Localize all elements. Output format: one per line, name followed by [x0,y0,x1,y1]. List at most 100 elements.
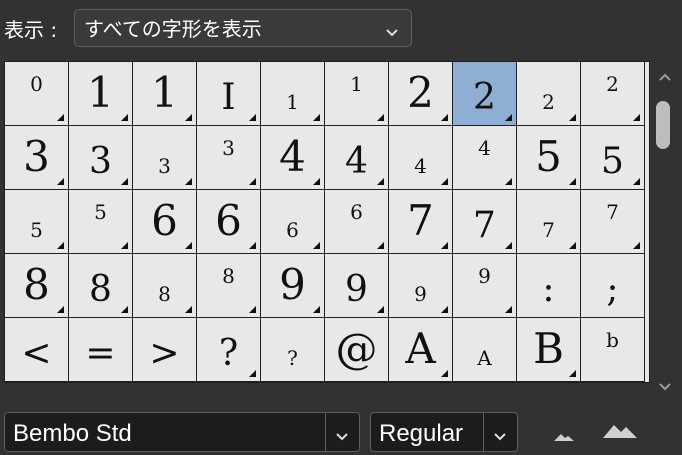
alternates-triangle-icon[interactable] [569,370,576,377]
alternates-triangle-icon[interactable] [185,306,192,313]
glyph-cell[interactable]: 2 [581,62,645,126]
glyph-cell[interactable]: 4 [325,126,389,190]
glyph-cell[interactable]: 9 [453,254,517,318]
alternates-triangle-icon[interactable] [121,114,128,121]
chevron-down-icon[interactable] [333,428,351,447]
chevron-down-icon[interactable] [491,428,509,447]
font-family-select[interactable]: Bembo Std [4,412,360,452]
alternates-triangle-icon[interactable] [185,114,192,121]
glyph-cell[interactable]: 7 [389,190,453,254]
glyph-cell[interactable]: 1 [133,62,197,126]
show-select[interactable]: すべての字形を表示 [74,9,412,47]
glyph-cell[interactable]: = [69,318,133,382]
alternates-triangle-icon[interactable] [185,178,192,185]
glyph-cell[interactable]: : [517,254,581,318]
glyph-cell[interactable]: 4 [261,126,325,190]
glyph-cell[interactable]: @ [325,318,389,382]
glyph-cell[interactable]: 9 [325,254,389,318]
glyph-cell[interactable]: 5 [581,126,645,190]
glyph-cell[interactable]: 3 [69,126,133,190]
glyph-cell[interactable]: 7 [581,190,645,254]
glyph-cell[interactable]: 4 [453,126,517,190]
glyph-cell[interactable]: 2 [389,62,453,126]
alternates-triangle-icon[interactable] [377,306,384,313]
glyph-cell[interactable]: ? [261,318,325,382]
glyph-cell[interactable]: B [517,318,581,382]
glyph-cell[interactable]: 9 [389,254,453,318]
glyph-cell[interactable]: 5 [517,126,581,190]
glyph-cell[interactable]: A [453,318,517,382]
alternates-triangle-icon[interactable] [505,178,512,185]
alternates-triangle-icon[interactable] [313,114,320,121]
glyph-cell[interactable]: 5 [69,190,133,254]
glyph-cell[interactable]: 1 [325,62,389,126]
glyph-cell[interactable]: 6 [133,190,197,254]
alternates-triangle-icon[interactable] [249,242,256,249]
alternates-triangle-icon[interactable] [441,178,448,185]
glyph-cell[interactable]: 2 [517,62,581,126]
glyph-cell[interactable]: > [133,318,197,382]
glyph-cell[interactable]: 1 [69,62,133,126]
mountain-large-icon[interactable] [602,422,638,444]
alternates-triangle-icon[interactable] [441,114,448,121]
alternates-triangle-icon[interactable] [377,242,384,249]
glyph-cell[interactable]: 7 [453,190,517,254]
glyph-cell[interactable]: ; [581,254,645,318]
alternates-triangle-icon[interactable] [569,114,576,121]
glyph-cell[interactable]: 1 [261,62,325,126]
alternates-triangle-icon[interactable] [57,178,64,185]
alternates-triangle-icon[interactable] [249,370,256,377]
glyph-cell[interactable]: 6 [261,190,325,254]
glyph-cell[interactable]: ? [197,318,261,382]
glyph-cell[interactable]: 6 [325,190,389,254]
glyph-cell[interactable]: 0 [5,62,69,126]
alternates-triangle-icon[interactable] [633,242,640,249]
glyph-cell[interactable]: 8 [133,254,197,318]
font-style-select[interactable]: Regular [370,412,518,452]
glyph-cell[interactable]: 8 [197,254,261,318]
glyph-cell[interactable]: 3 [5,126,69,190]
alternates-triangle-icon[interactable] [441,242,448,249]
glyph-cell[interactable]: < [5,318,69,382]
glyph-cell[interactable]: b [581,318,645,382]
alternates-triangle-icon[interactable] [57,114,64,121]
alternates-triangle-icon[interactable] [569,178,576,185]
alternates-triangle-icon[interactable] [313,242,320,249]
scroll-up-icon[interactable] [658,67,672,86]
alternates-triangle-icon[interactable] [249,306,256,313]
scroll-down-icon[interactable] [658,377,672,396]
alternates-triangle-icon[interactable] [569,242,576,249]
scrollbar-thumb[interactable] [656,101,670,149]
alternates-triangle-icon[interactable] [633,114,640,121]
alternates-triangle-icon[interactable] [505,114,512,121]
glyph-cell[interactable]: 5 [5,190,69,254]
glyph-cell[interactable]: 9 [261,254,325,318]
alternates-triangle-icon[interactable] [185,242,192,249]
alternates-triangle-icon[interactable] [441,370,448,377]
alternates-triangle-icon[interactable] [121,242,128,249]
glyph-cell[interactable]: 8 [69,254,133,318]
alternates-triangle-icon[interactable] [313,306,320,313]
glyph-cell[interactable]: 6 [197,190,261,254]
glyph-cell[interactable]: 3 [133,126,197,190]
mountain-small-icon[interactable] [552,428,576,447]
glyph-cell[interactable]: A [389,318,453,382]
alternates-triangle-icon[interactable] [377,114,384,121]
glyph-cell[interactable]: 3 [197,126,261,190]
glyph-cell[interactable]: 4 [389,126,453,190]
alternates-triangle-icon[interactable] [57,242,64,249]
glyph-cell[interactable]: 8 [5,254,69,318]
glyph-cell[interactable]: 2 [453,62,517,126]
alternates-triangle-icon[interactable] [249,114,256,121]
alternates-triangle-icon[interactable] [505,306,512,313]
alternates-triangle-icon[interactable] [505,242,512,249]
alternates-triangle-icon[interactable] [121,306,128,313]
alternates-triangle-icon[interactable] [249,178,256,185]
alternates-triangle-icon[interactable] [313,178,320,185]
glyph-scrollbar[interactable] [650,61,678,391]
alternates-triangle-icon[interactable] [121,178,128,185]
alternates-triangle-icon[interactable] [57,306,64,313]
alternates-triangle-icon[interactable] [377,178,384,185]
alternates-triangle-icon[interactable] [633,178,640,185]
glyph-cell[interactable]: 7 [517,190,581,254]
